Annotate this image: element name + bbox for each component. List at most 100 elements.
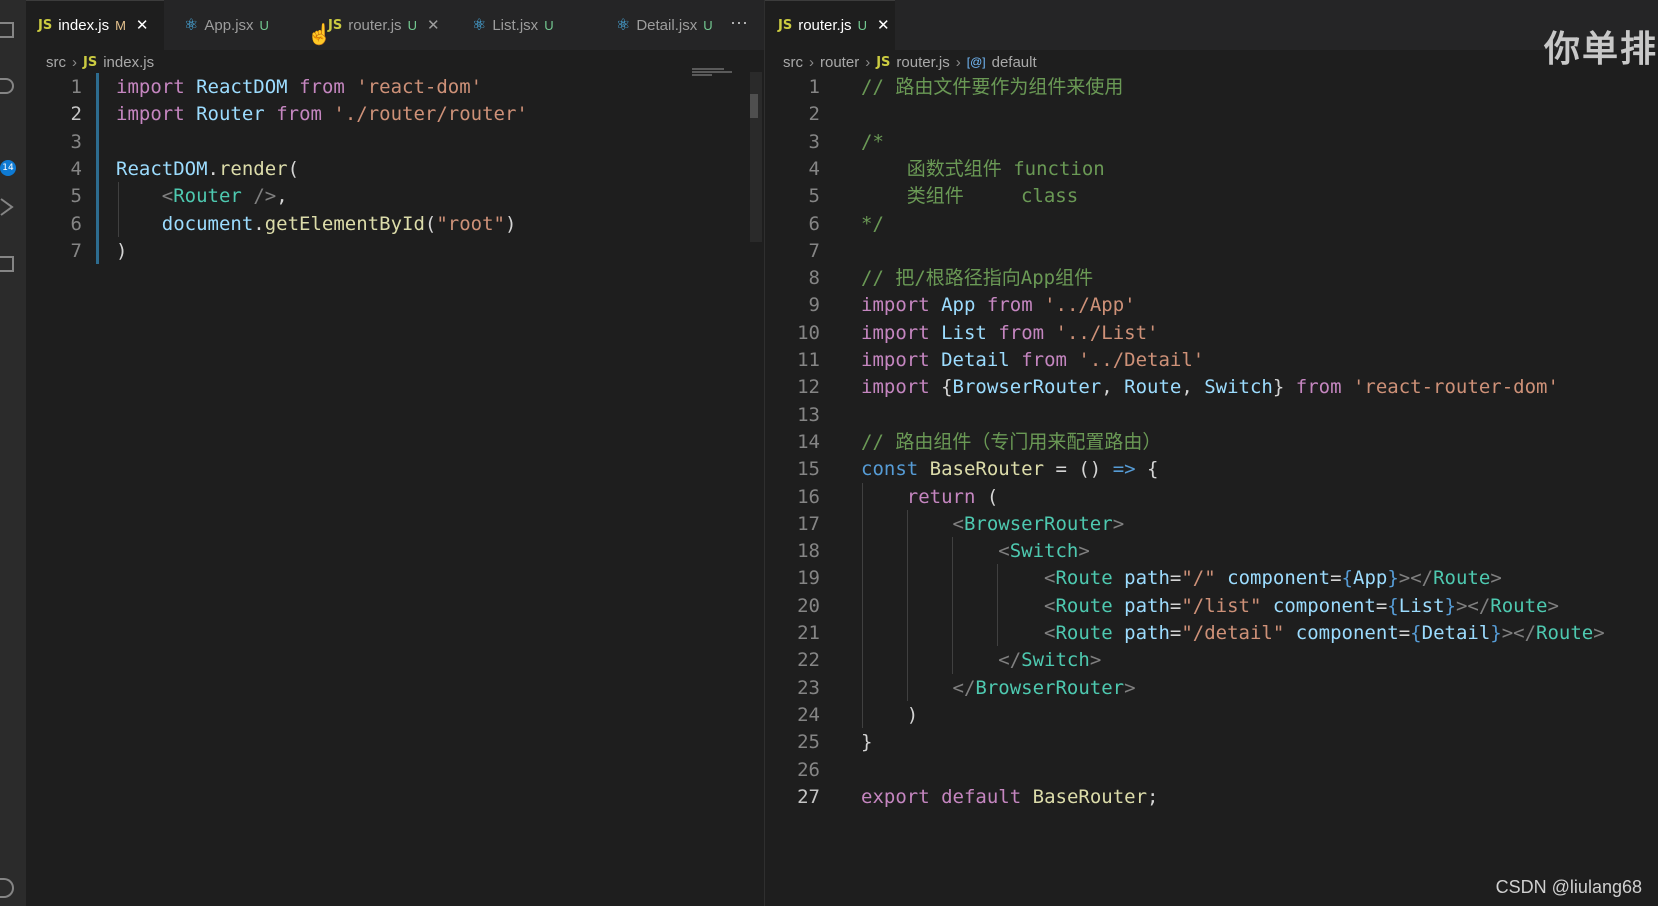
chevron-right-icon: › — [72, 53, 77, 71]
minimap-line — [692, 68, 724, 70]
js-file-icon: JS — [83, 54, 98, 70]
minimap-line — [692, 71, 732, 73]
git-change-indicator[interactable] — [96, 73, 99, 265]
breadcrumb-file[interactable]: index.js — [103, 54, 154, 71]
react-icon: ⚛ — [472, 17, 487, 34]
code-text: </Switch> — [998, 649, 1102, 672]
line-number: 12 — [797, 376, 820, 399]
vertical-scrollbar[interactable] — [750, 72, 762, 242]
js-file-icon: JS — [38, 17, 53, 33]
code-text: document.getElementById("root") — [161, 212, 517, 235]
chevron-right-icon: › — [955, 53, 961, 71]
source-control-icon[interactable] — [0, 136, 14, 152]
line-number: 6 — [70, 212, 82, 235]
run-debug-icon[interactable] — [0, 198, 14, 216]
extensions-icon[interactable] — [0, 256, 14, 272]
more-actions-icon[interactable]: ··· — [730, 12, 748, 33]
minimap[interactable] — [692, 68, 740, 82]
code-text: import App from '../App' — [861, 294, 1136, 317]
activity-bar: 14 — [0, 0, 26, 906]
account-icon[interactable] — [0, 878, 14, 898]
tab-label: Detail.jsx — [636, 16, 698, 34]
line-number: 4 — [70, 157, 82, 180]
js-file-icon: JS — [876, 54, 891, 70]
code-text: ) — [116, 239, 128, 262]
close-icon[interactable]: ✕ — [427, 16, 440, 34]
code-text: import List from '../List' — [861, 321, 1159, 344]
tab-detail-jsx[interactable]: ⚛ Detail.jsx U — [616, 0, 713, 50]
tab-label: router.js — [798, 16, 852, 34]
line-number: 26 — [797, 758, 820, 781]
code-text: </BrowserRouter> — [952, 676, 1136, 699]
indent-guide — [118, 182, 119, 237]
code-text: import {BrowserRouter, Route, Switch} fr… — [861, 376, 1559, 399]
tab-status: U — [857, 17, 867, 33]
breadcrumb-folder[interactable]: src — [783, 54, 803, 71]
code-text: return ( — [906, 485, 999, 508]
tab-router-js[interactable]: JS router.js U ✕ — [328, 0, 440, 50]
source-control-badge: 14 — [0, 160, 16, 176]
tab-app-jsx[interactable]: ⚛ App.jsx U — [184, 0, 269, 50]
search-icon[interactable] — [0, 78, 14, 94]
line-number: 19 — [797, 567, 820, 590]
line-number: 1 — [70, 76, 82, 98]
right-editor-group: JS router.js U ✕ src › router › JS route… — [765, 0, 1658, 906]
tab-list-jsx[interactable]: ⚛ List.jsx U — [472, 0, 554, 50]
line-number: 22 — [797, 649, 820, 672]
breadcrumb-folder[interactable]: src — [46, 54, 66, 71]
line-number: 6 — [808, 212, 820, 235]
react-icon: ⚛ — [616, 17, 631, 34]
line-number: 24 — [797, 703, 820, 726]
code-text: import Detail from '../Detail' — [861, 349, 1205, 371]
breadcrumb: src › router › JS router.js › [@] defaul… — [783, 51, 1037, 73]
react-icon: ⚛ — [184, 17, 199, 34]
line-number: 11 — [797, 349, 820, 371]
line-number: 7 — [808, 239, 820, 262]
tab-status: U — [407, 17, 417, 33]
code-text: export default BaseRouter; — [861, 785, 1159, 808]
code-text: <Route path="/" component={App}></Route> — [1044, 567, 1502, 590]
line-number: 8 — [808, 267, 820, 290]
code-text: // 路由文件要作为组件来使用 — [861, 76, 1124, 98]
minimap-line — [692, 74, 712, 76]
symbol-variable-icon: [@] — [966, 55, 986, 69]
line-number: 25 — [797, 731, 820, 754]
tab-label: router.js — [348, 16, 402, 34]
tab-label: App.jsx — [204, 16, 254, 34]
line-number: 9 — [808, 294, 820, 317]
line-number: 5 — [70, 185, 82, 208]
breadcrumb-file[interactable]: router.js — [896, 54, 949, 71]
indent-guide — [907, 509, 908, 701]
code-text: const BaseRouter = () => { — [861, 458, 1159, 481]
breadcrumb-folder[interactable]: router — [820, 54, 859, 71]
js-file-icon: JS — [778, 17, 793, 33]
code-text: import ReactDOM from 'react-dom' — [116, 76, 483, 98]
code-text: /* — [861, 130, 884, 153]
code-text: <Router />, — [161, 185, 288, 208]
line-number: 16 — [797, 485, 820, 508]
files-icon[interactable] — [0, 22, 14, 38]
credit-text: CSDN @liulang68 — [1495, 877, 1642, 897]
tab-status: U — [703, 17, 713, 33]
scrollbar-thumb[interactable] — [750, 94, 758, 118]
code-text: ReactDOM.render( — [116, 157, 300, 180]
code-text: } — [861, 731, 873, 754]
breadcrumb-symbol[interactable]: default — [992, 54, 1037, 71]
code-text: 类组件 class — [861, 185, 1079, 208]
tab-router-js[interactable]: JS router.js U ✕ — [778, 0, 890, 50]
mouse-cursor-icon: ☝ — [307, 24, 332, 46]
close-icon[interactable]: ✕ — [136, 16, 149, 34]
tab-status: M — [115, 17, 126, 33]
line-number: 13 — [797, 403, 820, 426]
indent-guide — [997, 564, 998, 647]
line-number: 4 — [808, 157, 820, 180]
indent-guide — [952, 537, 953, 674]
watermark-text: 你单排 — [1543, 29, 1658, 70]
indent-guide — [862, 482, 863, 729]
line-number: 14 — [797, 430, 820, 453]
tab-index-js[interactable]: JS index.js M ✕ — [38, 0, 148, 50]
line-number: 3 — [70, 130, 82, 153]
close-icon[interactable]: ✕ — [877, 16, 890, 34]
tab-label: index.js — [58, 16, 110, 34]
line-number: 21 — [797, 622, 820, 644]
